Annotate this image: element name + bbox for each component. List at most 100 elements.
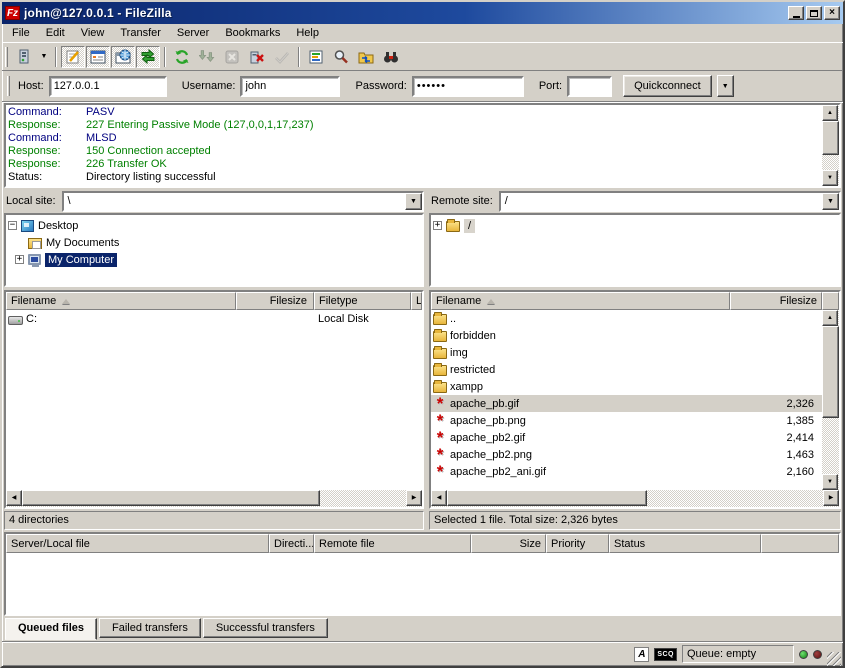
remote-col-filesize[interactable]: Filesize [730, 292, 822, 310]
scroll-left-icon[interactable]: ◀ [6, 490, 22, 506]
remote-file-row[interactable]: restricted [431, 361, 822, 378]
directory-comparison-button[interactable] [304, 46, 328, 68]
queue-col-priority[interactable]: Priority [546, 534, 609, 553]
expand-icon[interactable]: + [15, 255, 24, 264]
menu-file[interactable]: File [4, 25, 38, 41]
site-manager-dropdown[interactable]: ▼ [37, 46, 51, 68]
file-name: apache_pb2.png [450, 449, 532, 461]
scroll-down-icon[interactable]: ▼ [822, 170, 838, 186]
cancel-button[interactable] [220, 46, 244, 68]
password-input[interactable] [412, 76, 524, 97]
remote-file-row[interactable]: .. [431, 310, 822, 327]
scroll-down-icon[interactable]: ▼ [822, 474, 838, 490]
remote-file-row[interactable]: *apache_pb2.png1,463 [431, 446, 822, 463]
menu-view[interactable]: View [73, 25, 113, 41]
quickconnect-button[interactable]: Quickconnect [623, 75, 712, 97]
process-queue-button[interactable] [195, 46, 219, 68]
remote-site-combo[interactable]: / ▼ [499, 191, 841, 212]
resize-grip[interactable] [827, 652, 841, 666]
queue-col-size[interactable]: Size [471, 534, 546, 553]
username-input[interactable] [240, 76, 340, 97]
remote-tree[interactable]: + / [429, 213, 841, 287]
tab-failed-transfers[interactable]: Failed transfers [99, 618, 201, 638]
menu-server[interactable]: Server [169, 25, 217, 41]
close-button[interactable]: × [824, 6, 840, 20]
menu-help[interactable]: Help [288, 25, 327, 41]
tree-item-root[interactable]: + / [433, 217, 837, 234]
scroll-up-icon[interactable]: ▲ [822, 105, 838, 121]
remote-file-row[interactable]: xampp [431, 378, 822, 395]
message-log: Command:PASV Response:227 Entering Passi… [4, 103, 841, 188]
queue-col-server-local-file[interactable]: Server/Local file [6, 534, 269, 553]
view-hidden-files-button[interactable] [329, 46, 353, 68]
tree-item-my-documents[interactable]: My Documents [8, 234, 420, 251]
minimize-button[interactable] [788, 6, 804, 20]
scroll-left-icon[interactable]: ◀ [431, 490, 447, 506]
tree-item-desktop[interactable]: − Desktop [8, 217, 420, 234]
local-col-lastmodified[interactable]: L [411, 292, 422, 310]
folder-sync-icon [358, 49, 374, 65]
host-input[interactable] [49, 76, 167, 97]
refresh-button[interactable] [170, 46, 194, 68]
tree-item-my-computer[interactable]: + My Computer [8, 251, 420, 268]
toggle-local-tree-button[interactable] [86, 46, 110, 68]
remote-file-row[interactable]: forbidden [431, 327, 822, 344]
local-pane: Local site: \ ▼ − Desktop My Documents [4, 190, 424, 530]
local-file-list: Filename Filesize Filetype L C: Local Di… [4, 290, 424, 509]
folder-icon [446, 221, 460, 232]
expand-icon[interactable]: + [433, 221, 442, 230]
remote-file-row-selected[interactable]: *apache_pb.gif2,326 [431, 395, 822, 412]
local-col-filetype[interactable]: Filetype [314, 292, 411, 310]
toggle-remote-tree-button[interactable] [111, 46, 135, 68]
local-hscroll-thumb[interactable] [22, 490, 320, 506]
synchronized-browsing-button[interactable] [354, 46, 378, 68]
remote-file-row[interactable]: *apache_pb.png1,385 [431, 412, 822, 429]
remote-vscroll-thumb[interactable] [822, 326, 839, 418]
remote-site-combo-button[interactable]: ▼ [822, 193, 839, 210]
remote-hscrollbar[interactable]: ◀ ▶ [431, 490, 839, 507]
menu-bookmarks[interactable]: Bookmarks [217, 25, 288, 41]
toggle-transfer-queue-button[interactable] [136, 46, 160, 68]
scroll-right-icon[interactable]: ▶ [823, 490, 839, 506]
local-col-filesize[interactable]: Filesize [236, 292, 314, 310]
cancel-icon [224, 49, 240, 65]
tab-successful-transfers[interactable]: Successful transfers [203, 618, 328, 638]
collapse-icon[interactable]: − [8, 221, 17, 230]
remote-file-row[interactable]: *apache_pb2_ani.gif2,160 [431, 463, 822, 480]
remote-hscroll-thumb[interactable] [447, 490, 647, 506]
local-hscrollbar[interactable]: ◀ ▶ [6, 490, 422, 507]
remote-col-filename[interactable]: Filename [431, 292, 730, 310]
local-file-row[interactable]: C: Local Disk [6, 310, 422, 327]
local-site-combo[interactable]: \ ▼ [62, 191, 424, 212]
scroll-right-icon[interactable]: ▶ [406, 490, 422, 506]
log-scrollbar[interactable]: ▲ ▼ [822, 105, 839, 186]
remote-vscrollbar[interactable]: ▲ ▼ [822, 310, 839, 490]
file-name: apache_pb2_ani.gif [450, 466, 546, 478]
reconnect-button[interactable] [270, 46, 294, 68]
quickbar-grip[interactable] [7, 76, 10, 96]
port-input[interactable] [567, 76, 612, 97]
remote-file-row[interactable]: img [431, 344, 822, 361]
local-col-filename[interactable]: Filename [6, 292, 236, 310]
menu-edit[interactable]: Edit [38, 25, 73, 41]
local-tree[interactable]: − Desktop My Documents + My Computer [4, 213, 424, 287]
tab-queued-files[interactable]: Queued files [5, 618, 97, 640]
queue-col-status[interactable]: Status [609, 534, 761, 553]
title-bar[interactable]: Fz john@127.0.0.1 - FileZilla × [2, 2, 843, 24]
toolbar-grip[interactable] [5, 47, 8, 67]
find-files-button[interactable] [379, 46, 403, 68]
quickconnect-dropdown[interactable]: ▼ [717, 75, 734, 97]
scroll-up-icon[interactable]: ▲ [822, 310, 838, 326]
maximize-button[interactable] [806, 6, 822, 20]
disconnect-button[interactable] [245, 46, 269, 68]
remote-file-row[interactable]: *apache_pb2.gif2,414 [431, 429, 822, 446]
queue-body[interactable] [6, 553, 839, 614]
menu-transfer[interactable]: Transfer [112, 25, 169, 41]
log-scrollbar-thumb[interactable] [822, 121, 839, 155]
file-type: Local Disk [314, 313, 411, 325]
toggle-message-log-button[interactable] [61, 46, 85, 68]
site-manager-button[interactable] [12, 46, 36, 68]
queue-col-remote-file[interactable]: Remote file [314, 534, 471, 553]
local-site-combo-button[interactable]: ▼ [405, 193, 422, 210]
queue-col-direction[interactable]: Directi... [269, 534, 314, 553]
